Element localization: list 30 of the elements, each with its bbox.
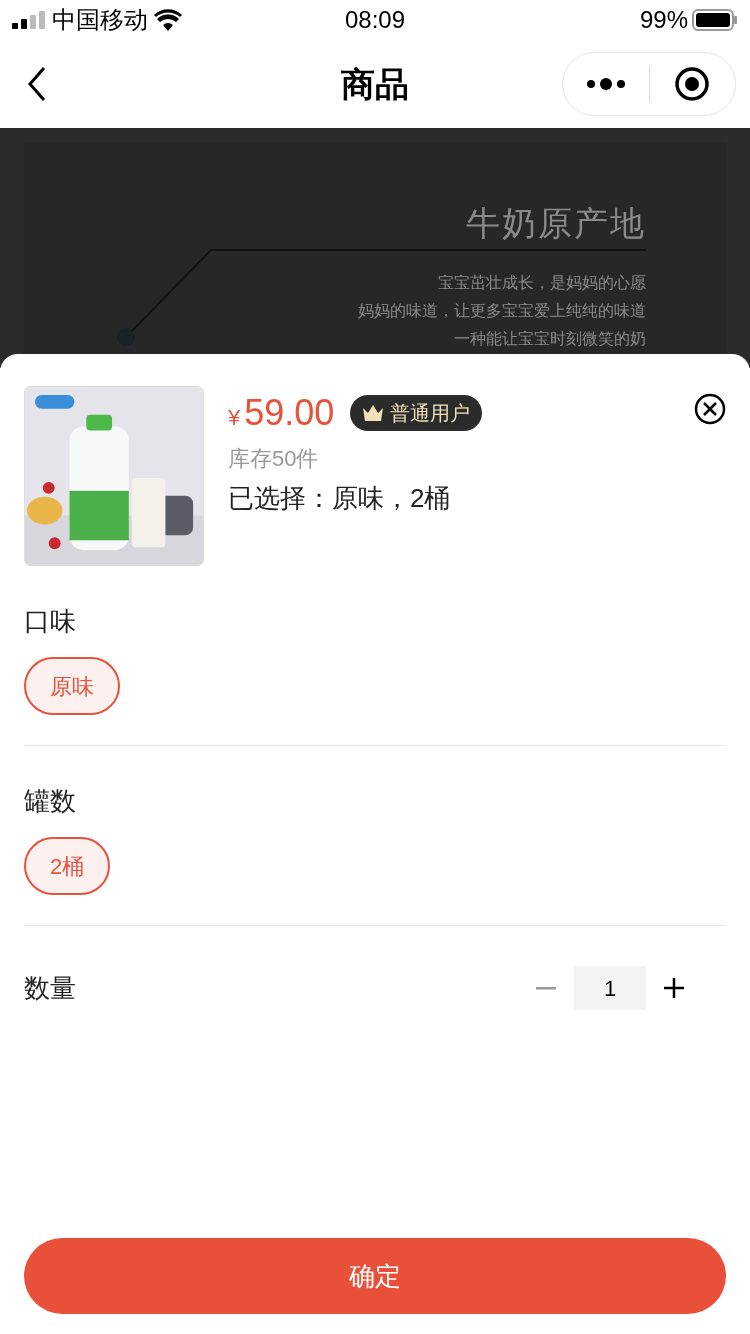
target-icon bbox=[674, 66, 711, 102]
banner-heading: 牛奶原产地 bbox=[466, 203, 646, 244]
stock-count: 库存50件 bbox=[228, 445, 320, 473]
crown-icon bbox=[362, 404, 385, 422]
close-button[interactable] bbox=[694, 393, 726, 425]
clock-time: 08:09 bbox=[344, 5, 406, 35]
option-chip[interactable]: 原味 bbox=[24, 657, 120, 715]
battery-icon bbox=[692, 9, 738, 31]
signal-icon bbox=[12, 11, 46, 29]
option-chip[interactable]: 2桶 bbox=[24, 837, 111, 895]
price: 59.00 bbox=[244, 391, 335, 435]
confirm-button[interactable]: 确定 bbox=[24, 1238, 726, 1314]
group-label: 口味 bbox=[24, 605, 77, 638]
page-title: 商品 bbox=[341, 63, 409, 105]
currency-symbol: ¥ bbox=[228, 404, 241, 432]
selection-summary: 已选择：原味，2桶 bbox=[228, 482, 452, 515]
minus-icon bbox=[536, 986, 556, 990]
banner-text: 宝宝茁壮成长，是妈妈的心愿 bbox=[438, 273, 646, 293]
wifi-icon bbox=[154, 9, 182, 31]
quantity-label: 数量 bbox=[24, 971, 76, 1005]
battery-percent: 99% bbox=[639, 5, 688, 35]
plus-icon bbox=[664, 978, 684, 998]
group-label: 罐数 bbox=[24, 785, 77, 818]
banner-text: 妈妈的味道，让更多宝宝爱上纯纯的味道 bbox=[358, 301, 646, 321]
badge-label: 普通用户 bbox=[390, 401, 471, 426]
banner-text: 一种能让宝宝时刻微笑的奶 bbox=[454, 329, 646, 349]
close-icon bbox=[694, 393, 726, 425]
more-icon bbox=[585, 78, 626, 90]
carrier-name: 中国移动 bbox=[52, 5, 148, 35]
quantity-field[interactable]: 1 bbox=[574, 966, 646, 1010]
